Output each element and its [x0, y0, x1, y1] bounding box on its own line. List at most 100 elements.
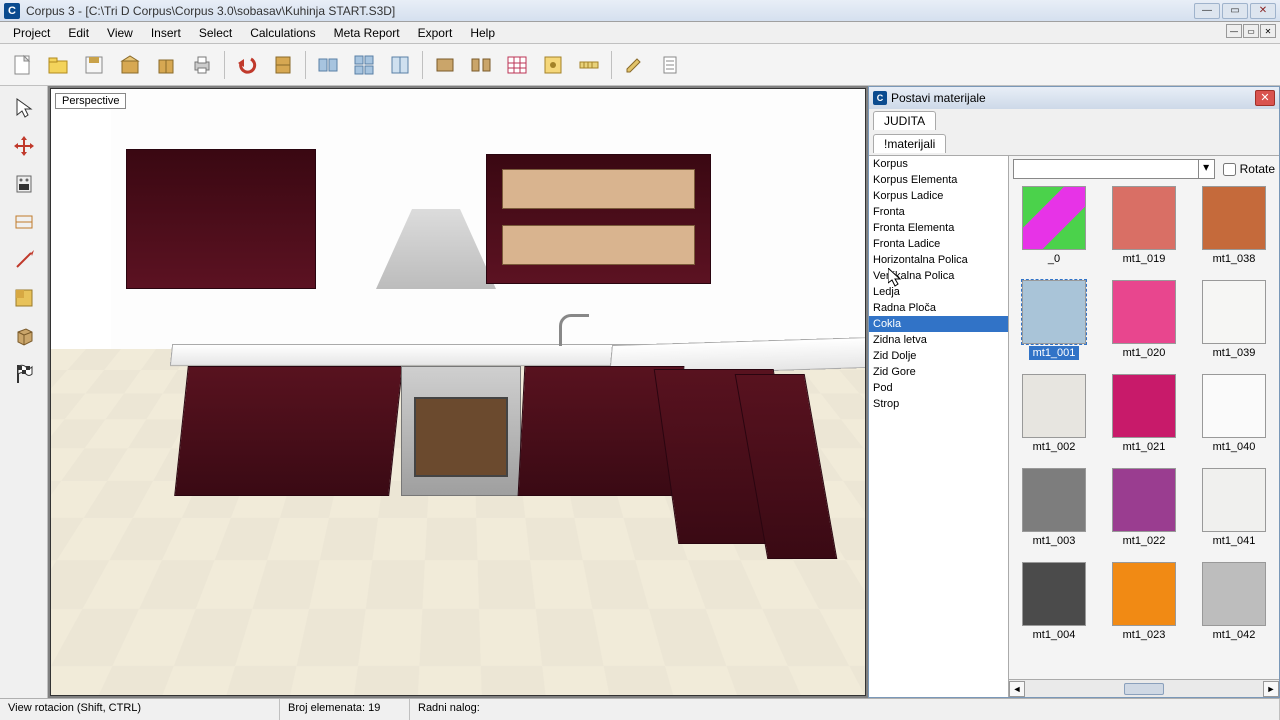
material-label: mt1_039	[1209, 346, 1260, 360]
material-filter-dropdown[interactable]: ▾	[1013, 159, 1215, 179]
module1-icon[interactable]	[429, 49, 461, 81]
status-element-count: Broj elemenata: 19	[280, 699, 410, 720]
dimensions-icon[interactable]	[8, 206, 40, 238]
material-swatch[interactable]: mt1_004	[1016, 562, 1092, 642]
material-swatch[interactable]: mt1_040	[1196, 374, 1272, 454]
menu-meta-report[interactable]: Meta Report	[325, 24, 409, 42]
mdi-close[interactable]: ✕	[1260, 24, 1276, 38]
material-swatch[interactable]: mt1_002	[1016, 374, 1092, 454]
element-item[interactable]: Korpus	[869, 156, 1008, 172]
table-icon[interactable]	[501, 49, 533, 81]
menu-view[interactable]: View	[98, 24, 142, 42]
flag-icon[interactable]	[8, 358, 40, 390]
props-icon[interactable]	[537, 49, 569, 81]
element-item[interactable]: Vertikalna Polica	[869, 268, 1008, 284]
undo-icon[interactable]	[231, 49, 263, 81]
element-name-tab[interactable]: JUDITA	[873, 111, 936, 130]
minimize-button[interactable]: —	[1194, 3, 1220, 19]
element-item[interactable]: Fronta Ladice	[869, 236, 1008, 252]
menu-insert[interactable]: Insert	[142, 24, 190, 42]
material-label: mt1_040	[1209, 440, 1260, 454]
material-label: mt1_001	[1029, 346, 1080, 360]
material-swatch[interactable]: _0	[1016, 186, 1092, 266]
save-icon[interactable]	[78, 49, 110, 81]
report-icon[interactable]	[654, 49, 686, 81]
menu-select[interactable]: Select	[190, 24, 241, 42]
tab-materijali[interactable]: !materijali	[873, 134, 946, 153]
material-grid-scroll[interactable]: _0mt1_019mt1_038 mt1_001 mt1_020 mt1_039 mt1…	[1009, 182, 1279, 679]
viewport-3d[interactable]: Perspective	[50, 88, 866, 696]
material-swatch[interactable]: mt1_039	[1196, 280, 1272, 360]
element-list[interactable]: KorpusKorpus ElementaKorpus LadiceFronta…	[869, 156, 1009, 697]
material-swatch[interactable]: mt1_021	[1106, 374, 1182, 454]
open-file-icon[interactable]	[42, 49, 74, 81]
menubar: Project Edit View Insert Select Calculat…	[0, 22, 1280, 44]
material-swatch[interactable]: mt1_038	[1196, 186, 1272, 266]
scroll-left-icon[interactable]: ◄	[1009, 681, 1025, 697]
material-hscrollbar[interactable]: ◄ ►	[1009, 679, 1279, 697]
element-item[interactable]: Korpus Ladice	[869, 188, 1008, 204]
menu-project[interactable]: Project	[4, 24, 59, 42]
faucet	[559, 314, 589, 346]
print-icon[interactable]	[186, 49, 218, 81]
material-swatch[interactable]: mt1_022	[1106, 468, 1182, 548]
panel-tabs: !materijali	[869, 132, 1279, 155]
select-arrow-icon[interactable]	[8, 92, 40, 124]
box3d-icon[interactable]	[8, 320, 40, 352]
draw-icon[interactable]	[8, 244, 40, 276]
material-icon[interactable]	[8, 282, 40, 314]
package-icon[interactable]	[114, 49, 146, 81]
element-item[interactable]: Pod	[869, 380, 1008, 396]
mdi-minimize[interactable]: —	[1226, 24, 1242, 38]
rotate-checkbox-input[interactable]	[1223, 163, 1236, 176]
element-item[interactable]: Korpus Elementa	[869, 172, 1008, 188]
edit-icon[interactable]	[618, 49, 650, 81]
element-item[interactable]: Zid Gore	[869, 364, 1008, 380]
ruler-icon[interactable]	[573, 49, 605, 81]
panel-icon: C	[873, 91, 887, 105]
new-file-icon[interactable]	[6, 49, 38, 81]
rotate-checkbox[interactable]: Rotate	[1223, 162, 1275, 176]
menu-calculations[interactable]: Calculations	[241, 24, 324, 42]
material-swatch[interactable]: mt1_001	[1016, 280, 1092, 360]
maximize-button[interactable]: ▭	[1222, 3, 1248, 19]
panel-titlebar[interactable]: C Postavi materijale ✕	[869, 87, 1279, 109]
element-item[interactable]: Strop	[869, 396, 1008, 412]
scroll-thumb[interactable]	[1124, 683, 1164, 695]
material-swatch[interactable]: mt1_023	[1106, 562, 1182, 642]
material-swatch[interactable]: mt1_019	[1106, 186, 1182, 266]
move-icon[interactable]	[8, 130, 40, 162]
upper-cabinet-right	[486, 154, 711, 284]
material-swatch[interactable]: mt1_020	[1106, 280, 1182, 360]
appliance-icon[interactable]	[8, 168, 40, 200]
element-item[interactable]: Ledja	[869, 284, 1008, 300]
material-swatch[interactable]: mt1_042	[1196, 562, 1272, 642]
group2-icon[interactable]	[348, 49, 380, 81]
menu-export[interactable]: Export	[409, 24, 462, 42]
group1-icon[interactable]	[312, 49, 344, 81]
module2-icon[interactable]	[465, 49, 497, 81]
element-item[interactable]: Zidna letva	[869, 332, 1008, 348]
group3-icon[interactable]	[384, 49, 416, 81]
box-icon[interactable]	[150, 49, 182, 81]
panel-close-button[interactable]: ✕	[1255, 90, 1275, 106]
material-side: ▾ Rotate _0mt1_019mt1_038mt1_001mt1_020m…	[1009, 156, 1279, 697]
element-item[interactable]: Fronta Elementa	[869, 220, 1008, 236]
material-swatch[interactable]: mt1_041	[1196, 468, 1272, 548]
menu-edit[interactable]: Edit	[59, 24, 98, 42]
panel-title: Postavi materijale	[891, 91, 1255, 105]
menu-help[interactable]: Help	[461, 24, 504, 42]
element-item[interactable]: Horizontalna Polica	[869, 252, 1008, 268]
cabinet-icon[interactable]	[267, 49, 299, 81]
oven	[401, 366, 521, 496]
viewport-container: Perspective	[48, 86, 868, 698]
mdi-restore[interactable]: ▭	[1243, 24, 1259, 38]
close-button[interactable]: ✕	[1250, 3, 1276, 19]
material-swatch[interactable]: mt1_003	[1016, 468, 1092, 548]
element-item[interactable]: Radna Ploča	[869, 300, 1008, 316]
scroll-right-icon[interactable]: ►	[1263, 681, 1279, 697]
main-toolbar	[0, 44, 1280, 86]
element-item[interactable]: Fronta	[869, 204, 1008, 220]
element-item[interactable]: Cokla	[869, 316, 1008, 332]
element-item[interactable]: Zid Dolje	[869, 348, 1008, 364]
